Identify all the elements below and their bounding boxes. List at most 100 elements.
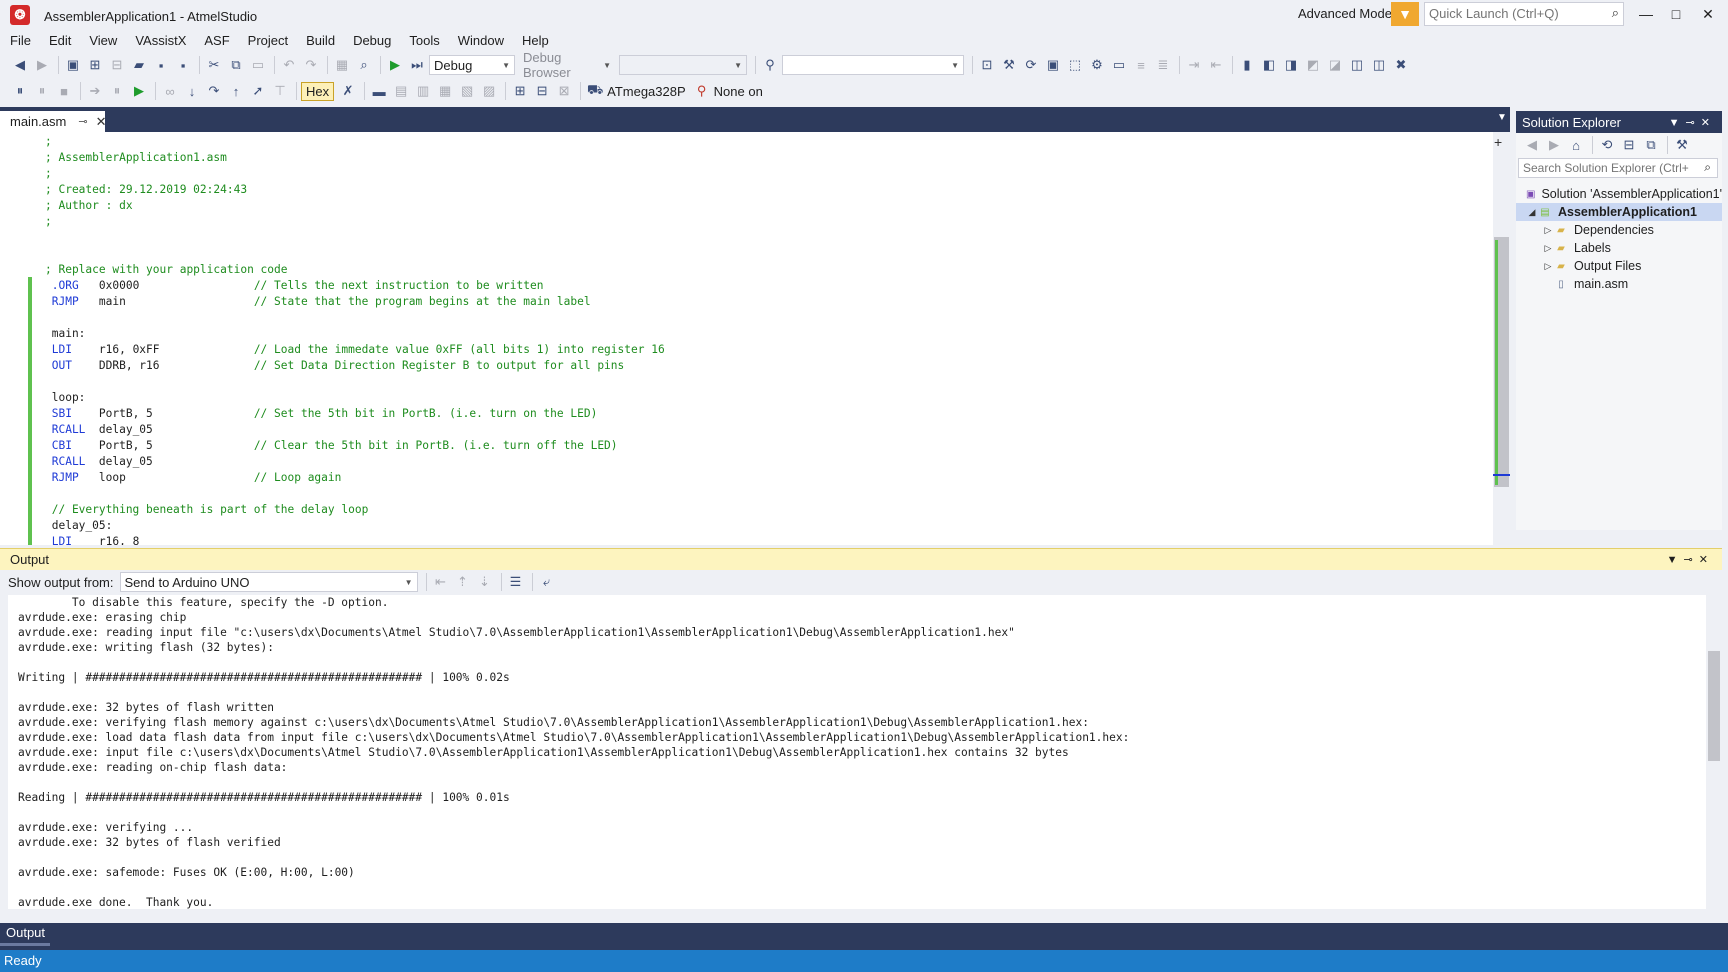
code-line[interactable] [45,486,665,502]
add-existing-icon[interactable]: ⊟ [107,55,127,75]
home-icon[interactable]: ⌂ [1566,135,1586,155]
previous-bookmark-icon[interactable]: ◧ [1259,55,1279,75]
code-editor[interactable]: ; ; AssemblerApplication1.asm; ; Created: … [0,132,1510,545]
indent-icon[interactable]: ⇥ [1184,55,1204,75]
search-icon[interactable]: ⌕ [1612,5,1619,21]
refresh-icon[interactable]: ⟳ [1021,55,1041,75]
tool-icon[interactable]: ⚲ [692,81,712,101]
editor-scrollbar[interactable]: + [1493,132,1510,545]
processor-window-icon[interactable]: ▧ [457,81,477,101]
solution-explorer-search[interactable]: ⌕ [1518,158,1718,178]
pane-controls[interactable]: ▼⊸✕ [1669,116,1716,129]
menu-item-build[interactable]: Build [297,30,344,52]
code-line[interactable]: ; Author : dx [45,198,665,214]
solution-tree-item[interactable]: ▷ ▰ Output Files [1516,257,1722,275]
menu-item-debug[interactable]: Debug [344,30,400,52]
code-line[interactable]: ; [45,214,665,230]
debug-browser-select[interactable]: Debug Browser ▼ [519,50,615,80]
code-line[interactable]: SBI PortB, 5 // Set the 5th bit in PortB… [45,406,665,422]
device-programming-tool-icon[interactable]: ⊟ [532,81,552,101]
code-line[interactable]: RJMP main // State that the program begi… [45,294,665,310]
chevron-down-icon[interactable]: ▼ [1497,112,1507,123]
solution-tree-item[interactable]: ◢ ▤ AssemblerApplication1 [1516,203,1722,221]
expand-arrow-icon[interactable]: ▷ [1542,243,1554,254]
go-to-message-icon[interactable]: ⇤ [431,572,451,592]
menu-item-asf[interactable]: ASF [195,30,238,52]
menu-item-project[interactable]: Project [239,30,297,52]
expand-arrow-icon[interactable]: ◢ [1526,207,1538,218]
output-text[interactable]: To disable this feature, specify the -D … [18,595,1129,910]
undo-icon[interactable]: ↶ [279,55,299,75]
solution-tree-item[interactable]: ▯ main.asm [1516,275,1722,293]
disassembly-icon[interactable]: ∞ [160,81,180,101]
find-combo-box[interactable]: ▼ [782,55,964,75]
show-all-files-icon[interactable]: ⧉ [1641,135,1661,155]
pin-icon[interactable]: ⊸ [78,115,87,128]
watch-window-icon[interactable]: ▬ [369,81,389,101]
device-pack-icon[interactable]: ⊞ [510,81,530,101]
solution-explorer-search-input[interactable] [1519,159,1693,177]
code-line[interactable]: ; Replace with your application code [45,262,665,278]
expand-arrow-icon[interactable]: ▷ [1542,225,1554,236]
chip-select-icon[interactable]: ⊠ [554,81,574,101]
code-line[interactable] [45,310,665,326]
device-name-label[interactable]: ATmega328P [607,84,686,99]
menu-item-window[interactable]: Window [449,30,513,52]
close-window-button[interactable]: ✕ [1688,2,1728,26]
code-line[interactable]: OUT DDRB, r16 // Set Data Direction Regi… [45,358,665,374]
start-debugging-icon[interactable]: ▶ [385,55,405,75]
tools-icon[interactable]: ⚒ [999,55,1019,75]
registers-window-icon[interactable]: ▥ [413,81,433,101]
navigate-back-icon[interactable]: ◀ [10,55,30,75]
stop-icon[interactable]: ■ [54,81,74,101]
comment-icon[interactable]: ≡ [1131,55,1151,75]
copy-icon[interactable]: ⧉ [226,55,246,75]
uncomment-icon[interactable]: ≣ [1153,55,1173,75]
solution-tree-item[interactable]: ▷ ▰ Labels [1516,239,1722,257]
step-over-icon[interactable]: ↷ [204,81,224,101]
code-line[interactable] [45,374,665,390]
output-source-select[interactable]: Send to Arduino UNO ▼ [119,572,418,592]
next-bookmark-folder-icon[interactable]: ◪ [1325,55,1345,75]
history-icon[interactable]: ⟲ [1597,135,1617,155]
code-text[interactable]: ; ; AssemblerApplication1.asm; ; Created: … [45,134,665,545]
pause-icon[interactable]: ⏸ [32,81,52,101]
find-icon[interactable]: ⌕ [354,55,374,75]
code-line[interactable]: RCALL delay_05 [45,422,665,438]
expand-arrow-icon[interactable]: ▷ [1542,261,1554,272]
code-line[interactable] [45,246,665,262]
bookmark-icon[interactable]: ▮ [1237,55,1257,75]
terminal-icon[interactable]: ▭ [1109,55,1129,75]
build-icon[interactable]: ⚙ [1087,55,1107,75]
show-next-statement-icon[interactable]: ➔ [85,81,105,101]
configuration-select[interactable]: Debug ▼ [429,55,515,75]
continue-icon[interactable]: ▶ [129,81,149,101]
scrollbar-thumb[interactable] [1708,651,1720,761]
code-line[interactable]: CBI PortB, 5 // Clear the 5th bit in Por… [45,438,665,454]
io-window-icon[interactable]: ▦ [435,81,455,101]
next-message-icon[interactable]: ⇣ [475,572,495,592]
output-horizontal-scrollbar[interactable] [8,909,1706,923]
code-line[interactable]: loop: [45,390,665,406]
word-wrap-icon[interactable]: ⤶ [537,572,557,592]
code-line[interactable]: ; [45,134,665,150]
advanced-mode-label[interactable]: Advanced Mode [1298,6,1392,21]
pane-controls[interactable]: ▼⊸✕ [1667,553,1714,566]
platform-select[interactable]: ▼ [619,55,747,75]
menu-item-help[interactable]: Help [513,30,558,52]
filter-icon[interactable]: ▼ [1391,2,1419,26]
code-line[interactable]: // Everything beneath is part of the del… [45,502,665,518]
outdent-icon[interactable]: ⇤ [1206,55,1226,75]
open-file-icon[interactable]: ▰ [129,55,149,75]
next-bookmark-icon[interactable]: ◨ [1281,55,1301,75]
menu-item-edit[interactable]: Edit [40,30,80,52]
reset-icon[interactable]: ⊤ [270,81,290,101]
close-icon[interactable]: ✕ [96,114,107,130]
code-line[interactable] [45,230,665,246]
output-pane[interactable]: To disable this feature, specify the -D … [8,595,1722,923]
device-programming-icon[interactable]: ⊡ [977,55,997,75]
prev-bookmark-folder-icon[interactable]: ◩ [1303,55,1323,75]
code-line[interactable]: delay_05: [45,518,665,534]
code-line[interactable]: .ORG 0x0000 // Tells the next instructio… [45,278,665,294]
code-line[interactable]: LDI r16, 0xFF // Load the immedate value… [45,342,665,358]
